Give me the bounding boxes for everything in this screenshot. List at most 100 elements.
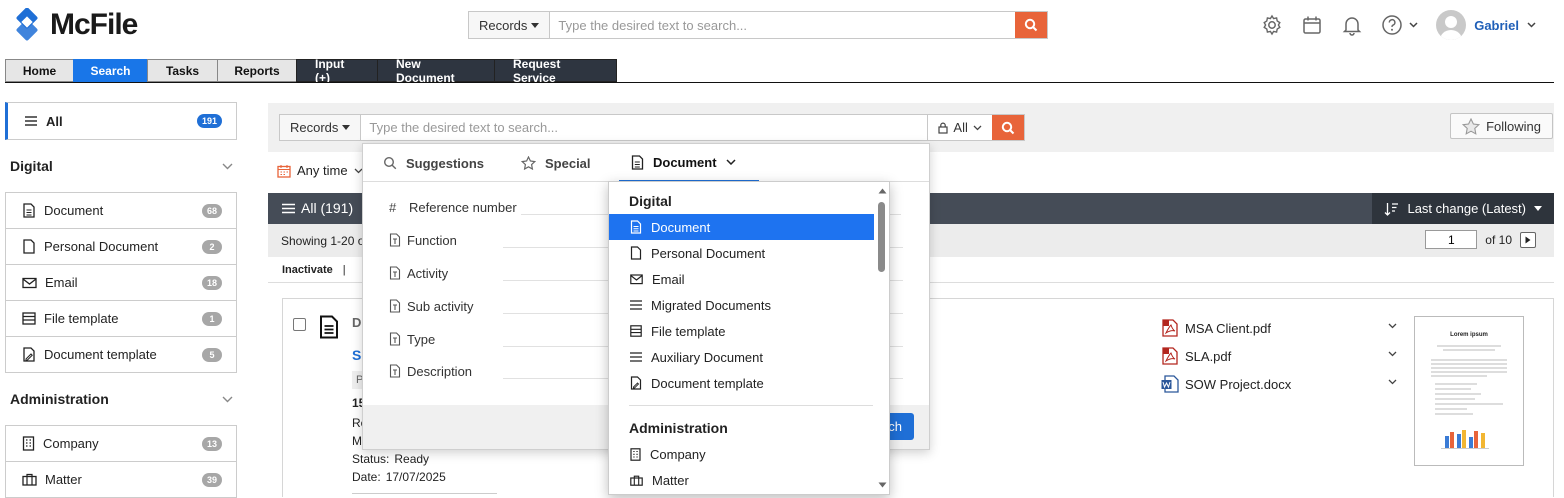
search-icon (1001, 121, 1015, 134)
chevron-down-icon[interactable] (1388, 379, 1397, 385)
app-logo[interactable]: McFile (10, 8, 138, 42)
result-status: Status: Ready (352, 452, 429, 466)
group-divider (629, 405, 873, 406)
tab-request-service[interactable]: Request Service (494, 57, 617, 85)
access-filter-dropdown[interactable]: All (927, 115, 992, 140)
tab-tasks[interactable]: Tasks (147, 59, 218, 82)
file-icon (630, 246, 642, 260)
sidebar-item-label: Personal Document (44, 239, 159, 254)
dropdown-item-matter[interactable]: Matter (609, 467, 874, 493)
chevron-down-icon (973, 125, 982, 130)
user-menu[interactable]: Gabriel (1436, 10, 1536, 40)
access-filter-label: All (953, 120, 968, 135)
tab-reports[interactable]: Reports (217, 59, 297, 82)
time-filter-dropdown[interactable]: Any time (277, 163, 363, 178)
field-description[interactable]: Description (389, 361, 472, 381)
dropdown-item-company[interactable]: Company (609, 441, 874, 467)
sidebar-item-matter[interactable]: Matter 39 (5, 462, 237, 498)
sidebar-item-all[interactable]: All 191 (5, 102, 237, 140)
search-scope-dropdown[interactable]: Records (469, 12, 551, 38)
lines-icon (630, 300, 642, 310)
tab-label: Special (545, 155, 591, 171)
sort-dropdown[interactable]: Last change (Latest) (1372, 193, 1554, 224)
result-checkbox[interactable] (293, 318, 306, 331)
dropdown-item-file-template[interactable]: File template (609, 318, 874, 344)
attachment-item[interactable]: SLA.pdf (1161, 347, 1231, 365)
chevron-down-icon[interactable] (1388, 323, 1397, 329)
attachment-name: SLA.pdf (1185, 348, 1232, 364)
document-thumbnail[interactable]: Lorem ipsum (1414, 316, 1524, 466)
dropdown-item-label: Personal Document (651, 245, 766, 261)
tab-new-document[interactable]: New Document (377, 57, 495, 85)
text-field-icon (389, 332, 401, 346)
inactivate-button[interactable]: Inactivate (282, 264, 333, 276)
sort-label: Last change (Latest) (1407, 201, 1526, 216)
help-icon (1382, 15, 1402, 35)
list-icon (282, 203, 295, 213)
dropdown-item-personal-document[interactable]: Personal Document (609, 240, 874, 266)
dropdown-item-document[interactable]: Document (609, 214, 874, 240)
dropdown-item-auxiliary-document[interactable]: Auxiliary Document (609, 344, 874, 370)
next-page-button[interactable] (1520, 231, 1536, 248)
sidebar-item-personal-document[interactable]: Personal Document 2 (5, 229, 237, 265)
calendar-icon[interactable] (1301, 14, 1323, 36)
header-search-input[interactable] (550, 12, 1016, 38)
scroll-up-icon[interactable] (878, 188, 887, 194)
main-search-button[interactable] (991, 115, 1024, 140)
date-label: Date: (352, 470, 381, 484)
tab-home[interactable]: Home (5, 59, 74, 82)
field-activity[interactable]: Activity (389, 263, 448, 283)
help-menu[interactable] (1381, 14, 1418, 36)
text-field-icon (389, 233, 401, 247)
gear-icon[interactable] (1261, 14, 1283, 36)
sidebar-group-administration[interactable]: Administration (5, 373, 237, 425)
tab-special[interactable]: Special (521, 144, 591, 182)
sidebar-item-document-template[interactable]: Document template 5 (5, 337, 237, 373)
field-type[interactable]: Type (389, 329, 435, 349)
page-number-input[interactable] (1425, 230, 1478, 249)
dropdown-item-email[interactable]: Email (609, 266, 874, 292)
tab-input[interactable]: Input (+) (296, 57, 378, 85)
briefcase-icon (22, 473, 37, 486)
attachment-item[interactable]: SOW Project.docx (1161, 375, 1291, 393)
text-field-icon (389, 266, 401, 280)
sidebar-item-company[interactable]: Company 13 (5, 426, 237, 462)
tab-suggestions[interactable]: Suggestions (383, 144, 484, 182)
avatar (1436, 10, 1467, 40)
attachment-item[interactable]: MSA Client.pdf (1161, 319, 1271, 337)
sidebar-item-label: All (46, 113, 63, 129)
count-badge: 13 (201, 436, 222, 451)
bell-icon[interactable] (1341, 14, 1363, 36)
sidebar-item-document[interactable]: Document 68 (5, 193, 237, 229)
tab-label: Suggestions (406, 155, 485, 171)
sidebar-item-email[interactable]: Email 18 (5, 265, 237, 301)
dropdown-item-label: Matter (652, 472, 689, 488)
dropdown-item-document-template[interactable]: Document template (609, 370, 874, 396)
header-search-button[interactable] (1015, 12, 1048, 38)
tab-document[interactable]: Document (619, 144, 759, 182)
chevron-down-icon[interactable] (1388, 351, 1397, 357)
tab-search[interactable]: Search (73, 59, 148, 82)
field-label: Activity (407, 265, 449, 281)
chevron-down-icon (726, 159, 736, 165)
scroll-down-icon[interactable] (878, 482, 887, 488)
main-search-input[interactable] (361, 115, 928, 140)
dropdown-item-migrated-documents[interactable]: Migrated Documents (609, 292, 874, 318)
field-function[interactable]: Function (389, 230, 457, 250)
field-sub-activity[interactable]: Sub activity (389, 296, 473, 316)
sidebar-item-file-template[interactable]: File template 1 (5, 301, 237, 337)
sidebar-item-label: File template (44, 311, 119, 326)
count-badge: 1 (202, 311, 222, 326)
caret-down-icon (1534, 206, 1542, 211)
sidebar-group-digital[interactable]: Digital (5, 140, 237, 192)
field-reference-number[interactable]: # Reference number (389, 197, 517, 217)
dropdown-item-label: Migrated Documents (651, 297, 771, 313)
caret-down-icon (342, 125, 351, 130)
dropdown-item-label: Document template (651, 375, 764, 391)
scrollbar-thumb[interactable] (878, 202, 885, 272)
search-scope-dropdown[interactable]: Records (280, 115, 362, 140)
following-button[interactable]: Following (1450, 113, 1553, 139)
document-icon (630, 220, 642, 234)
thumbnail-preview-image (1431, 345, 1507, 449)
user-name: Gabriel (1474, 17, 1519, 33)
